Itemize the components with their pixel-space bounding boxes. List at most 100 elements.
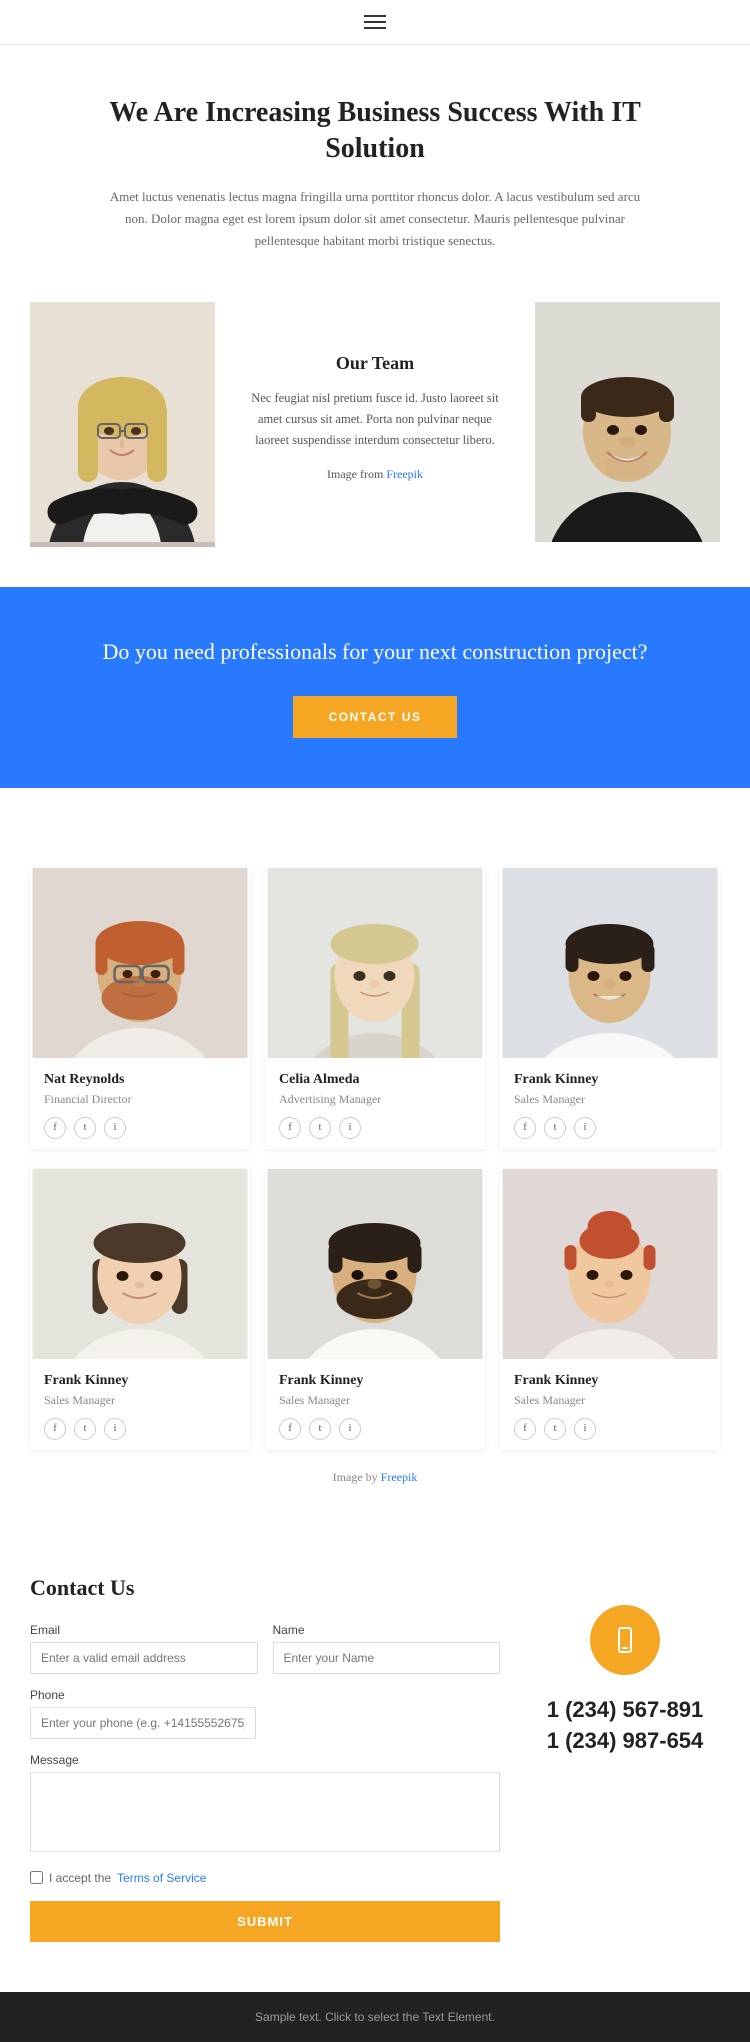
- facebook-icon-2[interactable]: f: [279, 1117, 301, 1139]
- email-input[interactable]: [30, 1642, 258, 1674]
- team-card-celia-almeda: Celia Almeda Advertising Manager f t i: [265, 868, 485, 1149]
- instagram-icon-1[interactable]: i: [104, 1117, 126, 1139]
- footer-text: Sample text. Click to select the Text El…: [18, 2010, 732, 2024]
- facebook-icon-4[interactable]: f: [44, 1418, 66, 1440]
- card-photo-2: [265, 868, 485, 1058]
- card-info-4: Frank Kinney Sales Manager f t i: [30, 1359, 250, 1450]
- card-info-1: Nat Reynolds Financial Director f t i: [30, 1058, 250, 1149]
- contact-form: Contact Us Email Name Phone Message: [30, 1575, 500, 1942]
- twitter-icon-3[interactable]: t: [544, 1117, 566, 1139]
- message-label: Message: [30, 1753, 500, 1767]
- name-label: Name: [273, 1623, 501, 1637]
- message-group: Message: [30, 1753, 500, 1857]
- member-role-5: Sales Manager: [279, 1393, 471, 1408]
- message-field-group: Message: [30, 1753, 500, 1857]
- member-name-4: Frank Kinney: [44, 1373, 236, 1389]
- member-name-1: Nat Reynolds: [44, 1072, 236, 1088]
- terms-row: I accept the Terms of Service: [30, 1871, 500, 1885]
- phone-number-1: 1 (234) 567-891: [547, 1695, 704, 1726]
- hero-section: We Are Increasing Business Success With …: [0, 45, 750, 292]
- site-header: [0, 0, 750, 45]
- social-links-3: f t i: [514, 1117, 706, 1139]
- team-card-frank-kinney-3: Frank Kinney Sales Manager f t i: [265, 1169, 485, 1450]
- phone-label: Phone: [30, 1688, 500, 1702]
- member-role-6: Sales Manager: [514, 1393, 706, 1408]
- instagram-icon-5[interactable]: i: [339, 1418, 361, 1440]
- instagram-icon-2[interactable]: i: [339, 1117, 361, 1139]
- phone-icon-circle: [590, 1605, 660, 1675]
- twitter-icon-6[interactable]: t: [544, 1418, 566, 1440]
- social-links-1: f t i: [44, 1117, 236, 1139]
- twitter-icon-2[interactable]: t: [309, 1117, 331, 1139]
- card-info-6: Frank Kinney Sales Manager f t i: [500, 1359, 720, 1450]
- social-links-4: f t i: [44, 1418, 236, 1440]
- team-intro-title: Our Team: [336, 353, 414, 374]
- member-role-1: Financial Director: [44, 1092, 236, 1107]
- team-text-block: Our Team Nec feugiat nisl pretium fusce …: [215, 302, 535, 547]
- phone-field-group: Phone: [30, 1688, 500, 1739]
- card-photo-5: [265, 1169, 485, 1359]
- team-photo-right: [535, 302, 720, 547]
- card-photo-3: [500, 868, 720, 1058]
- freepik-link-2[interactable]: Freepik: [381, 1470, 418, 1484]
- team-grid-section: Nat Reynolds Financial Director f t i: [0, 828, 750, 1535]
- contact-us-button[interactable]: CONTACT US: [293, 696, 458, 738]
- facebook-icon-5[interactable]: f: [279, 1418, 301, 1440]
- member-name-5: Frank Kinney: [279, 1373, 471, 1389]
- card-photo-4: [30, 1169, 250, 1359]
- phone-numbers: 1 (234) 567-891 1 (234) 987-654: [547, 1695, 704, 1757]
- hero-description: Amet luctus venenatis lectus magna fring…: [100, 186, 650, 252]
- twitter-icon-4[interactable]: t: [74, 1418, 96, 1440]
- phone-input[interactable]: [30, 1707, 256, 1739]
- contact-info: 1 (234) 567-891 1 (234) 987-654: [530, 1575, 720, 1942]
- social-links-6: f t i: [514, 1418, 706, 1440]
- twitter-icon-1[interactable]: t: [74, 1117, 96, 1139]
- card-photo-1: [30, 868, 250, 1058]
- team-row-2: Frank Kinney Sales Manager f t i: [30, 1169, 720, 1450]
- name-field-group: Name: [273, 1623, 501, 1674]
- instagram-icon-6[interactable]: i: [574, 1418, 596, 1440]
- team-intro-description: Nec feugiat nisl pretium fusce id. Justo…: [245, 388, 505, 452]
- hamburger-menu[interactable]: [364, 15, 386, 29]
- facebook-icon-1[interactable]: f: [44, 1117, 66, 1139]
- team-card-nat-reynolds: Nat Reynolds Financial Director f t i: [30, 868, 250, 1149]
- member-role-4: Sales Manager: [44, 1393, 236, 1408]
- terms-text: I accept the: [49, 1871, 111, 1885]
- cta-headline: Do you need professionals for your next …: [30, 637, 720, 668]
- card-info-5: Frank Kinney Sales Manager f t i: [265, 1359, 485, 1450]
- site-footer: Sample text. Click to select the Text El…: [0, 1992, 750, 2042]
- social-links-5: f t i: [279, 1418, 471, 1440]
- terms-checkbox[interactable]: [30, 1871, 43, 1884]
- card-info-2: Celia Almeda Advertising Manager f t i: [265, 1058, 485, 1149]
- team-card-frank-kinney-4: Frank Kinney Sales Manager f t i: [500, 1169, 720, 1450]
- hero-title: We Are Increasing Business Success With …: [100, 95, 650, 168]
- submit-button[interactable]: SUBMIT: [30, 1901, 500, 1942]
- email-field-group: Email: [30, 1623, 258, 1674]
- member-name-3: Frank Kinney: [514, 1072, 706, 1088]
- member-role-3: Sales Manager: [514, 1092, 706, 1107]
- social-links-2: f t i: [279, 1117, 471, 1139]
- team-row-1: Nat Reynolds Financial Director f t i: [30, 868, 720, 1149]
- message-textarea[interactable]: [30, 1772, 500, 1852]
- name-input[interactable]: [273, 1642, 501, 1674]
- team-card-frank-kinney-1: Frank Kinney Sales Manager f t i: [500, 868, 720, 1149]
- member-name-2: Celia Almeda: [279, 1072, 471, 1088]
- cta-section: Do you need professionals for your next …: [0, 587, 750, 788]
- member-name-6: Frank Kinney: [514, 1373, 706, 1389]
- twitter-icon-5[interactable]: t: [309, 1418, 331, 1440]
- form-row-email-name: Email Name: [30, 1623, 500, 1674]
- contact-title: Contact Us: [30, 1575, 500, 1601]
- phone-number-2: 1 (234) 987-654: [547, 1726, 704, 1757]
- contact-section: Contact Us Email Name Phone Message: [0, 1535, 750, 1992]
- card-info-3: Frank Kinney Sales Manager f t i: [500, 1058, 720, 1149]
- facebook-icon-6[interactable]: f: [514, 1418, 536, 1440]
- instagram-icon-3[interactable]: i: [574, 1117, 596, 1139]
- team-image-credit: Image from Freepik: [327, 464, 423, 484]
- team-photo-left: [30, 302, 215, 547]
- instagram-icon-4[interactable]: i: [104, 1418, 126, 1440]
- freepik-link[interactable]: Freepik: [386, 467, 423, 481]
- terms-link[interactable]: Terms of Service: [117, 1871, 206, 1885]
- team-card-frank-kinney-2: Frank Kinney Sales Manager f t i: [30, 1169, 250, 1450]
- member-role-2: Advertising Manager: [279, 1092, 471, 1107]
- facebook-icon-3[interactable]: f: [514, 1117, 536, 1139]
